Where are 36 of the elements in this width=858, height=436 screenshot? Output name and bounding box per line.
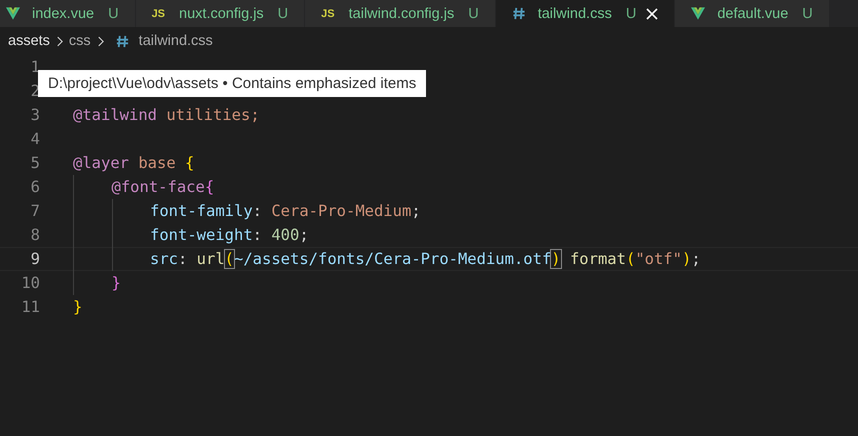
- chevron-icon: [56, 36, 63, 46]
- vue-icon: [691, 7, 706, 20]
- close-icon[interactable]: [646, 8, 658, 20]
- line-number: 4: [30, 130, 40, 148]
- code-line: @tailwind utilities;: [73, 106, 260, 124]
- code-line: @layer base {: [73, 154, 194, 172]
- line-number: 8: [30, 226, 40, 244]
- code-line: @font-face{: [112, 178, 214, 196]
- js-icon: JS: [321, 8, 335, 20]
- code-line: font-family: Cera-Pro-Medium;: [150, 202, 421, 220]
- breadcrumb-item[interactable]: css: [68, 33, 91, 49]
- line-number: 7: [30, 202, 40, 220]
- line-number: 6: [30, 178, 40, 196]
- code-line: src: url(~/assets/fonts/Cera-Pro-Medium.otf) format("otf");: [150, 250, 701, 268]
- line-number: 11: [20, 298, 40, 316]
- line-number: 5: [30, 154, 40, 172]
- line-number: 3: [30, 106, 40, 124]
- line-number: 1: [30, 58, 40, 76]
- line-number: 10: [20, 274, 40, 292]
- line-number: 9: [30, 250, 40, 268]
- js-icon: JS: [152, 8, 166, 20]
- code-line: }: [73, 298, 82, 316]
- editor-tab[interactable]: JS nuxt.config.js U: [136, 0, 306, 27]
- breadcrumb-item[interactable]: assets: [8, 33, 50, 49]
- vue-icon: [6, 7, 20, 20]
- editor-tab[interactable]: default.vue U: [675, 0, 830, 27]
- code-line: }: [112, 274, 121, 292]
- editor-tab[interactable]: JS tailwind.config.js U: [305, 0, 496, 27]
- code-line: font-weight: 400;: [150, 226, 309, 244]
- hash-icon: [116, 34, 129, 48]
- hash-icon: [512, 7, 526, 20]
- tooltip: D:\project\Vue\odv\assets • Contains emphasized items: [38, 70, 426, 97]
- breadcrumb-item[interactable]: tailwind.css: [138, 33, 213, 49]
- chevron-icon: [96, 36, 104, 46]
- editor-tab[interactable]: index.vue U: [0, 0, 136, 27]
- editor-tab[interactable]: tailwind.css U: [496, 0, 676, 27]
